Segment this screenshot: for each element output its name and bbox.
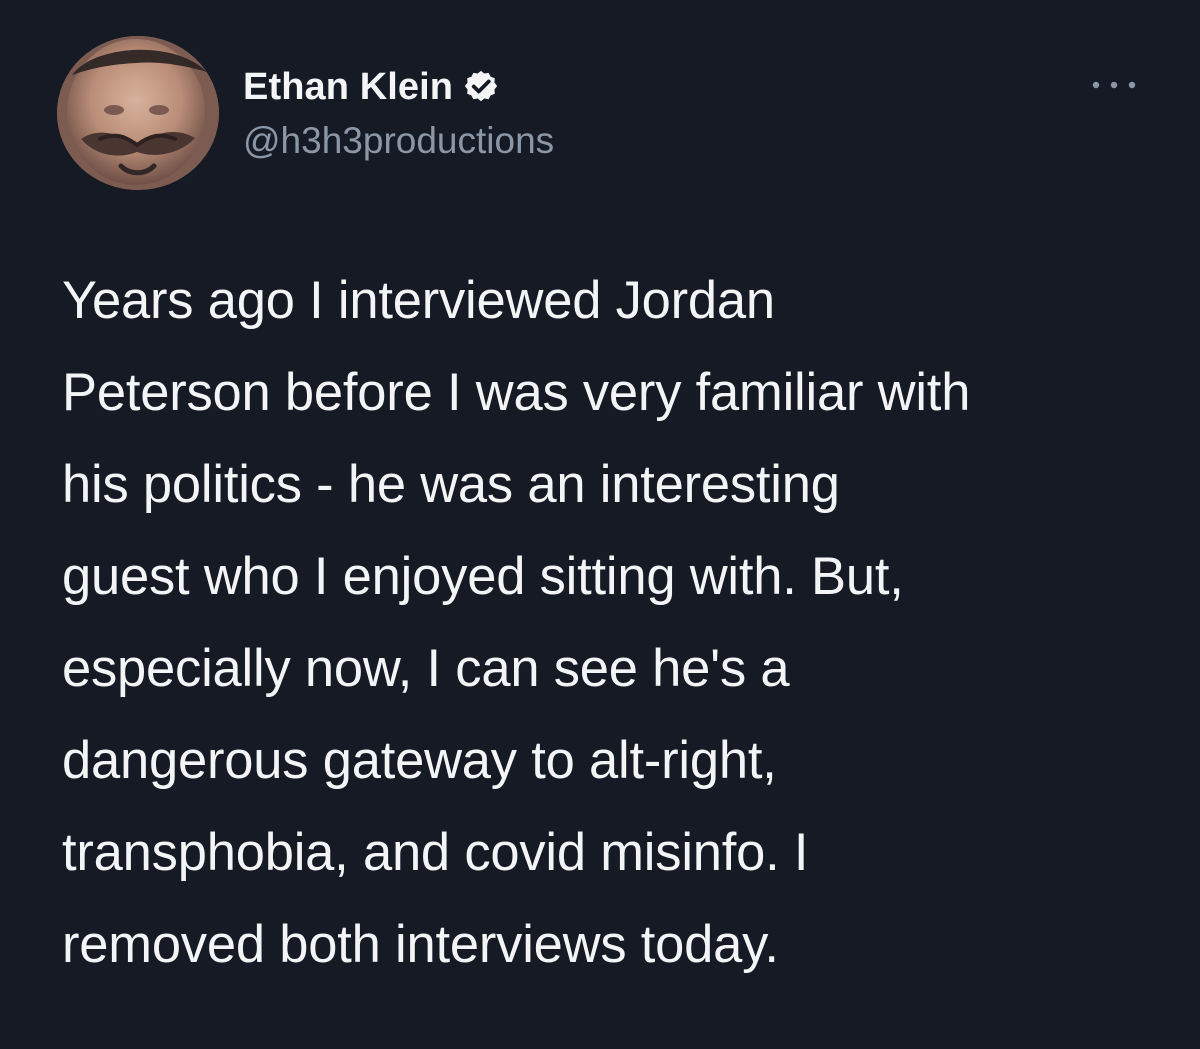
- verified-badge-icon: [462, 68, 500, 106]
- tweet-text-line: Peterson before I was very familiar with: [62, 363, 971, 422]
- tweet-text-line: his politics - he was an interesting: [62, 455, 840, 514]
- profile-photo-icon: [57, 36, 219, 190]
- author-name-row: Ethan Klein: [243, 63, 500, 111]
- avatar[interactable]: [57, 36, 219, 190]
- author-info: Ethan Klein @h3h3productions: [243, 58, 943, 166]
- tweet-text-line: Years ago I interviewed Jordan: [62, 271, 775, 330]
- tweet-card: Ethan Klein @h3h3productions Years ago I…: [0, 0, 1200, 1049]
- tweet-text-line: transphobia, and covid misinfo. I: [62, 823, 809, 882]
- tweet-text-line: guest who I enjoyed sitting with. But,: [62, 547, 904, 606]
- tweet-text-line: especially now, I can see he's a: [62, 639, 790, 698]
- more-options-icon[interactable]: [1088, 73, 1140, 97]
- author-handle[interactable]: @h3h3productions: [243, 118, 554, 164]
- author-display-name[interactable]: Ethan Klein: [243, 63, 453, 111]
- tweet-text-line: removed both interviews today.: [62, 915, 779, 974]
- tweet-text: Years ago I interviewed Jordan Peterson …: [62, 255, 1142, 991]
- tweet-text-line: dangerous gateway to alt-right,: [62, 731, 777, 790]
